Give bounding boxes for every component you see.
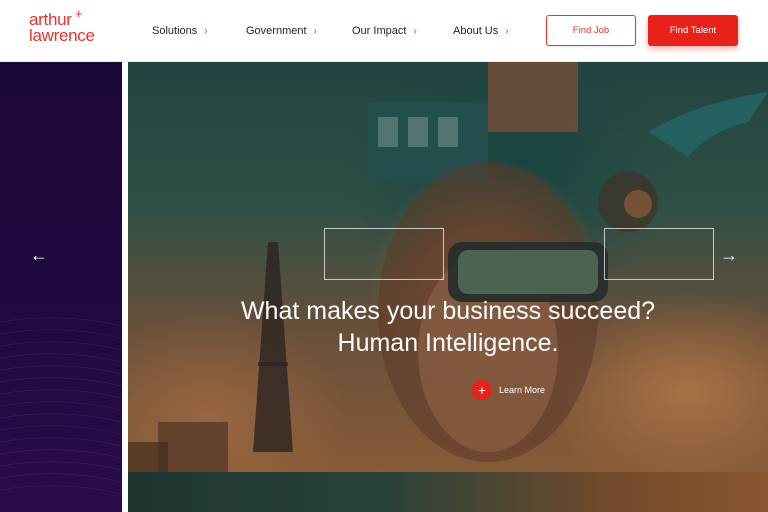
- decorative-frame: [604, 228, 714, 280]
- find-job-button[interactable]: Find Job: [546, 15, 636, 46]
- find-talent-button[interactable]: Find Talent: [648, 15, 738, 46]
- nav-about-us-label: About Us: [453, 25, 499, 37]
- decorative-frame: [324, 228, 444, 280]
- nav-solutions[interactable]: Solutions ›: [152, 25, 208, 37]
- decorative-wave-lines: [0, 317, 122, 495]
- hero-slide: What makes your business succeed? Human …: [128, 62, 768, 472]
- arrow-left-icon[interactable]: ←: [30, 245, 50, 265]
- nav-our-impact[interactable]: Our Impact ›: [352, 25, 417, 37]
- chevron-right-icon: ›: [313, 26, 317, 37]
- site-header: arthur lawrence + Solutions › Government ›…: [0, 0, 768, 62]
- chevron-right-icon: ›: [204, 26, 208, 37]
- chevron-right-icon: ›: [505, 26, 509, 37]
- brand-logo[interactable]: arthur lawrence +: [29, 6, 95, 45]
- hero-headline-line-2: Human Intelligence.: [337, 329, 559, 357]
- nav-government-label: Government: [246, 25, 307, 37]
- learn-more-label: Learn More: [499, 385, 546, 395]
- nav-our-impact-label: Our Impact: [352, 25, 407, 37]
- hero-headline-line-1: What makes your business succeed?: [240, 297, 656, 325]
- logo-line-2: lawrence: [29, 26, 95, 45]
- next-section-preview: [128, 472, 768, 512]
- hero-headline: What makes your business succeed? Human …: [128, 295, 768, 359]
- nav-about-us[interactable]: About Us ›: [453, 25, 509, 37]
- learn-more-link[interactable]: + Learn More: [472, 380, 545, 400]
- previous-slide-panel[interactable]: ←: [0, 62, 122, 512]
- arrow-right-icon[interactable]: →: [720, 245, 738, 266]
- nav-government[interactable]: Government ›: [246, 25, 317, 37]
- nav-solutions-label: Solutions: [152, 25, 198, 37]
- chevron-right-icon: ›: [413, 26, 417, 37]
- logo-plus-icon: +: [75, 6, 83, 21]
- preview-overlay: [128, 472, 768, 512]
- plus-icon: +: [472, 380, 492, 400]
